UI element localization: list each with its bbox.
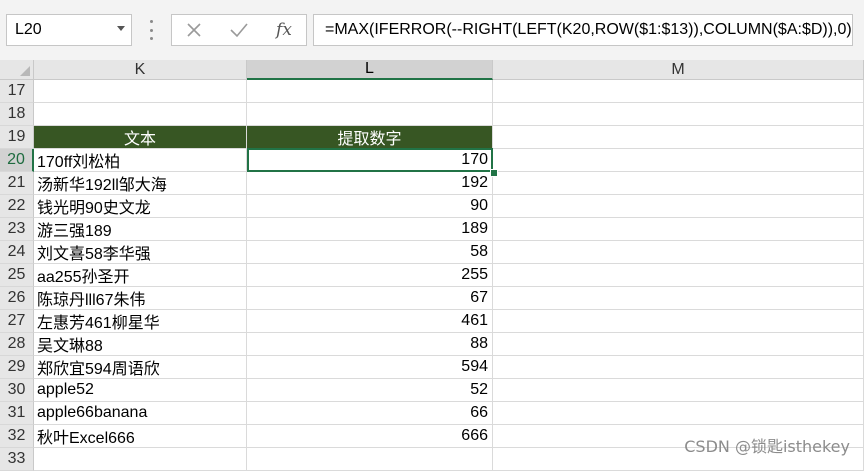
cell-l23[interactable]: 189 [247,218,493,241]
cell-k26[interactable]: 陈琼丹lll67朱伟 [34,287,247,310]
cell-m18[interactable] [493,103,864,126]
cell-k19[interactable]: 文本 [34,126,247,149]
column-header-k[interactable]: K [34,60,247,80]
cell-l26[interactable]: 67 [247,287,493,310]
cancel-icon[interactable] [174,15,214,45]
cell-k33[interactable] [34,448,247,471]
row-header-24[interactable]: 24 [0,241,34,264]
cell-m17[interactable] [493,80,864,103]
cell-l31[interactable]: 66 [247,402,493,425]
cell-l28[interactable]: 88 [247,333,493,356]
cell-m26[interactable] [493,287,864,310]
row-header-17[interactable]: 17 [0,80,34,103]
cell-m19[interactable] [493,126,864,149]
cell-k17[interactable] [34,80,247,103]
row-header-32[interactable]: 32 [0,425,34,448]
cell-k22[interactable]: 钱光明90史文龙 [34,195,247,218]
cell-k31[interactable]: apple66banana [34,402,247,425]
cell-k27[interactable]: 左惠芳461柳星华 [34,310,247,333]
cell-k28[interactable]: 吴文琳88 [34,333,247,356]
cell-l18[interactable] [247,103,493,126]
cell-l17[interactable] [247,80,493,103]
row-header-30[interactable]: 30 [0,379,34,402]
cell-l32[interactable]: 666 [247,425,493,448]
row-header-25[interactable]: 25 [0,264,34,287]
row-header-23[interactable]: 23 [0,218,34,241]
cell-m31[interactable] [493,402,864,425]
cell-m28[interactable] [493,333,864,356]
cell-l33[interactable] [247,448,493,471]
resize-handle[interactable] [149,20,153,40]
cell-k30[interactable]: apple52 [34,379,247,402]
cell-k24[interactable]: 刘文喜58李华强 [34,241,247,264]
cell-l25[interactable]: 255 [247,264,493,287]
row-header-26[interactable]: 26 [0,287,34,310]
cell-l22[interactable]: 90 [247,195,493,218]
formula-text: =MAX(IFERROR(--RIGHT(LEFT(K20,ROW($1:$13… [325,21,853,38]
cell-l19[interactable]: 提取数字 [247,126,493,149]
formula-input[interactable]: =MAX(IFERROR(--RIGHT(LEFT(K20,ROW($1:$13… [313,14,853,46]
cell-l27[interactable]: 461 [247,310,493,333]
row-header-29[interactable]: 29 [0,356,34,379]
cell-l29[interactable]: 594 [247,356,493,379]
cell-m20[interactable] [493,149,864,172]
column-header-m[interactable]: M [493,60,864,80]
row-header-20[interactable]: 20 [0,149,34,172]
cell-k32[interactable]: 秋叶Excel666 [34,425,247,448]
cell-m27[interactable] [493,310,864,333]
row-header-19[interactable]: 19 [0,126,34,149]
formula-buttons: fx [171,14,307,46]
select-all-button[interactable] [0,60,34,80]
cell-m21[interactable] [493,172,864,195]
column-header-l[interactable]: L [247,60,493,80]
cell-m22[interactable] [493,195,864,218]
worksheet-grid: K L M 17 18 19 文本 提取数字 20 170ff刘松柏 170 21 汤新华192l… [0,60,864,471]
watermark: CSDN @锁匙isthekey [684,437,850,456]
cell-k23[interactable]: 游三强189 [34,218,247,241]
cell-l21[interactable]: 192 [247,172,493,195]
row-header-28[interactable]: 28 [0,333,34,356]
cell-k25[interactable]: aa255孙圣开 [34,264,247,287]
enter-icon[interactable] [219,15,259,45]
name-box-value: L20 [15,21,42,38]
cell-k20[interactable]: 170ff刘松柏 [34,149,247,172]
cell-m25[interactable] [493,264,864,287]
row-header-22[interactable]: 22 [0,195,34,218]
cell-l30[interactable]: 52 [247,379,493,402]
row-header-18[interactable]: 18 [0,103,34,126]
row-header-33[interactable]: 33 [0,448,34,471]
cell-k18[interactable] [34,103,247,126]
insert-function-icon[interactable]: fx [264,15,304,45]
chevron-down-icon[interactable] [117,26,125,31]
fill-handle[interactable] [490,169,498,177]
row-header-21[interactable]: 21 [0,172,34,195]
cell-k29[interactable]: 郑欣宜594周语欣 [34,356,247,379]
cell-m30[interactable] [493,379,864,402]
cell-l24[interactable]: 58 [247,241,493,264]
row-header-27[interactable]: 27 [0,310,34,333]
cell-k21[interactable]: 汤新华192ll邹大海 [34,172,247,195]
formula-bar: L20 fx =MAX(IFERROR(--RIGHT(LEFT(K20,ROW… [0,0,864,61]
cell-m23[interactable] [493,218,864,241]
row-header-31[interactable]: 31 [0,402,34,425]
cell-m29[interactable] [493,356,864,379]
name-box[interactable]: L20 [6,14,132,46]
cell-m24[interactable] [493,241,864,264]
cell-l20[interactable]: 170 [247,149,493,172]
